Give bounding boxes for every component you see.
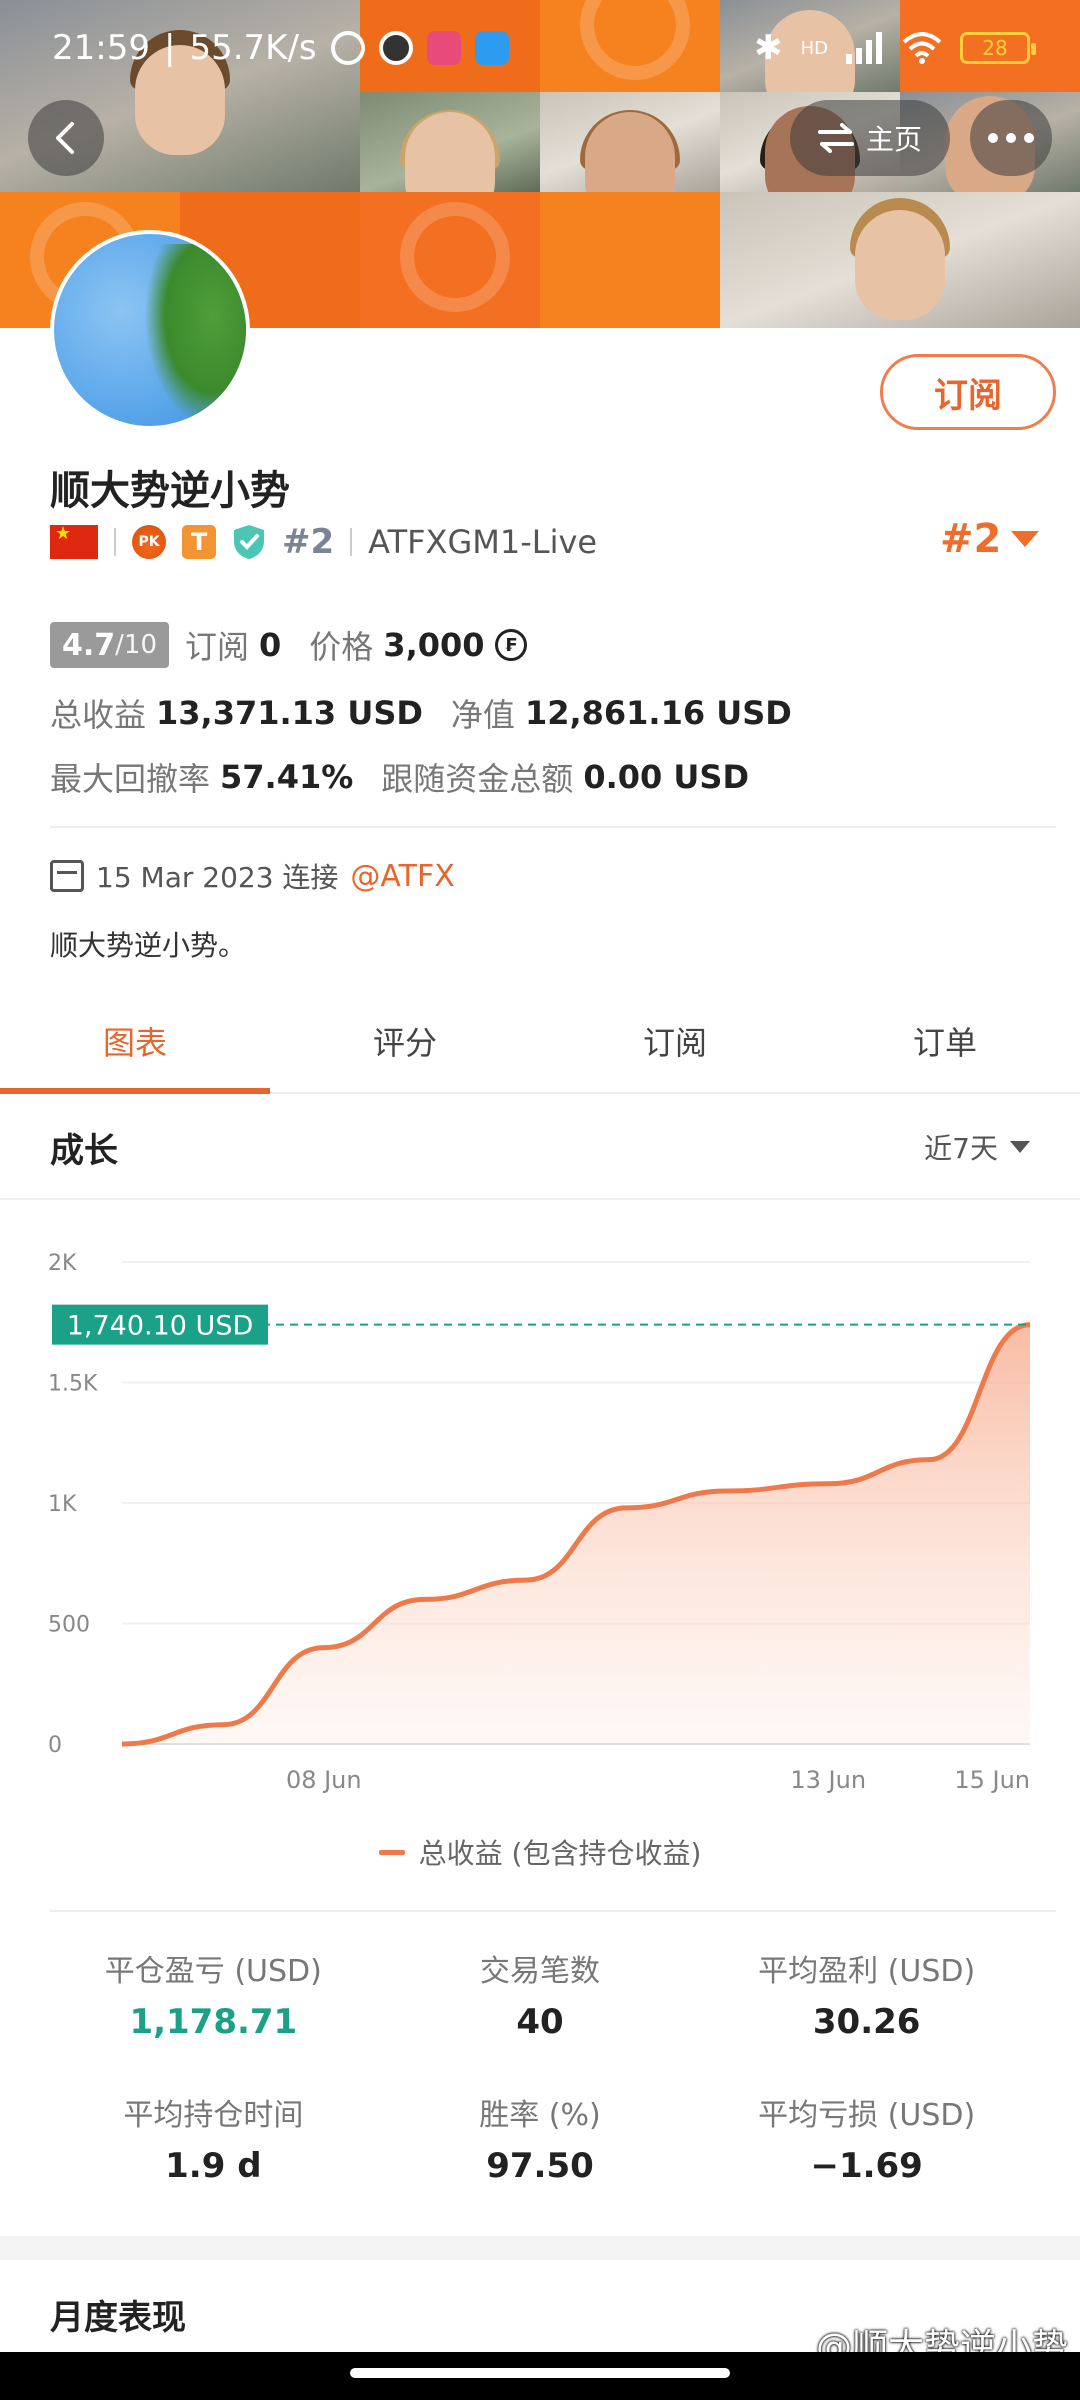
status-bar: 21:59 | 55.7K/s ✱ HD 28 xyxy=(0,0,1080,96)
metric-avg-loss: 平均亏损 (USD) −1.69 xyxy=(758,2098,976,2186)
banner-photo xyxy=(360,92,540,222)
tab-subscription[interactable]: 订阅 xyxy=(540,990,810,1092)
growth-chart-svg: 0 500 1K 1.5K 2K 08 Jun 13 Jun 15 Jun 1,740.10 U… xyxy=(48,1251,1031,1794)
equity-value: 12,861.16 USD xyxy=(524,694,792,732)
more-icon xyxy=(988,133,998,143)
metric-trade-count: 交易笔数 40 xyxy=(479,1954,600,2042)
y-tick-label: 500 xyxy=(48,1613,90,1638)
price-value: 3,000 xyxy=(383,626,485,664)
verified-shield-icon xyxy=(234,525,264,559)
avatar[interactable] xyxy=(50,230,250,430)
badge-row: PK T #2 ATFXGM1-Live xyxy=(50,522,597,562)
metrics-grid: 平仓盈亏 (USD) 1,178.71 交易笔数 40 平均盈利 (USD) 3… xyxy=(50,1946,1030,2186)
pk-badge-icon: PK xyxy=(132,525,166,559)
tab-orders[interactable]: 订单 xyxy=(810,990,1080,1092)
period-selector[interactable]: 近7天 xyxy=(924,1127,1030,1167)
banner-photo xyxy=(540,92,720,222)
banner-tile xyxy=(540,192,720,328)
banner-tile xyxy=(360,192,540,328)
tab-rating[interactable]: 评分 xyxy=(270,990,540,1092)
alarm-icon xyxy=(330,31,365,65)
rank-dropdown[interactable]: #2 xyxy=(940,516,1040,562)
y-tick-label: 1.5K xyxy=(48,1372,98,1397)
total-profit-label: 总收益 xyxy=(50,696,147,734)
home-indicator[interactable] xyxy=(350,2368,730,2378)
broker-link[interactable]: @ATFX xyxy=(350,859,454,894)
max-drawdown-value: 57.41% xyxy=(220,758,354,796)
divider xyxy=(50,826,1056,828)
tab-bar: 图表 评分 订阅 订单 xyxy=(0,990,1080,1094)
hd-label: HD xyxy=(800,37,828,59)
signal-icon xyxy=(846,32,882,64)
subscribe-count-label: 订阅 xyxy=(185,628,250,666)
y-tick-label: 0 xyxy=(48,1733,62,1758)
rating-badge: 4.7/10 xyxy=(50,622,169,668)
network-speed: 55.7K/s xyxy=(189,28,317,68)
metric-avg-hold-time: 平均持仓时间 1.9 d xyxy=(123,2098,304,2186)
series-area xyxy=(122,1324,1030,1744)
trader-name: 顺大势逆小势 xyxy=(50,468,290,514)
current-value-label: 1,740.10 USD xyxy=(67,1311,254,1342)
follow-funds-value: 0.00 USD xyxy=(583,758,749,796)
app-notification-icon xyxy=(474,31,509,65)
chart-legend[interactable]: 总收益 (包含持仓收益) xyxy=(0,1832,1080,1872)
price-label: 价格 xyxy=(309,628,374,666)
banner-photo xyxy=(720,192,1080,328)
x-tick-label: 13 Jun xyxy=(790,1766,866,1794)
app-notification-icon xyxy=(426,31,461,65)
growth-title: 成长 xyxy=(50,1130,118,1171)
metric-avg-profit: 平均盈利 (USD) 30.26 xyxy=(758,1954,976,2042)
joined-date: 15 Mar 2023 连接 xyxy=(96,861,339,894)
growth-header: 成长 近7天 xyxy=(0,1096,1080,1200)
y-tick-label: 1K xyxy=(48,1492,77,1517)
joined-info: 15 Mar 2023 连接 @ATFX xyxy=(50,856,455,896)
app-notification-icon xyxy=(378,31,413,65)
profit-row: 总收益 13,371.13 USD 净值 12,861.16 USD xyxy=(50,690,792,736)
legend-label: 总收益 (包含持仓收益) xyxy=(418,1837,702,1870)
growth-chart[interactable]: 0 500 1K 1.5K 2K 08 Jun 13 Jun 15 Jun 1,740.10 U… xyxy=(0,1220,1080,1860)
rank-label: #2 xyxy=(282,522,335,562)
battery-icon: 28 xyxy=(960,32,1036,64)
total-profit-value: 13,371.13 USD xyxy=(156,694,423,732)
subscribe-count: 0 xyxy=(259,626,282,664)
more-button[interactable] xyxy=(970,100,1052,176)
calendar-icon xyxy=(50,860,84,892)
home-button[interactable]: 主页 xyxy=(790,100,950,176)
subscribe-button[interactable]: 订阅 xyxy=(880,354,1056,430)
server-name: ATFXGM1-Live xyxy=(368,523,598,561)
caret-down-icon xyxy=(1010,1141,1030,1153)
max-drawdown-label: 最大回撤率 xyxy=(50,760,211,798)
chevron-left-icon xyxy=(56,122,74,154)
monthly-title: 月度表现 xyxy=(50,2298,186,2338)
metric-closed-pnl: 平仓盈亏 (USD) 1,178.71 xyxy=(104,1954,322,2042)
caret-down-icon xyxy=(1011,531,1040,547)
follow-funds-label: 跟随资金总额 xyxy=(381,760,574,798)
profile-description: 顺大势逆小势。 xyxy=(50,929,247,962)
china-flag-icon xyxy=(50,523,98,559)
home-label: 主页 xyxy=(865,123,922,156)
gesture-bar xyxy=(0,2352,1080,2400)
wifi-icon xyxy=(902,32,942,64)
x-tick-label: 15 Jun xyxy=(954,1766,1030,1794)
back-button[interactable] xyxy=(28,100,104,176)
bluetooth-icon: ✱ xyxy=(754,28,783,68)
tab-chart[interactable]: 图表 xyxy=(0,990,270,1094)
legend-line-icon xyxy=(378,1849,405,1855)
status-time: 21:59 xyxy=(52,28,150,68)
drawdown-row: 最大回撤率 57.41% 跟随资金总额 0.00 USD xyxy=(50,754,749,800)
equity-label: 净值 xyxy=(450,696,515,734)
x-tick-label: 08 Jun xyxy=(286,1766,362,1794)
period-label: 近7天 xyxy=(924,1132,998,1165)
divider xyxy=(50,1910,1056,1912)
coin-icon: ₣ xyxy=(494,629,527,661)
section-gap xyxy=(0,2236,1080,2260)
score-row: 4.7/10 订阅 0 价格 3,000 ₣ xyxy=(50,622,527,668)
y-tick-label: 2K xyxy=(48,1251,77,1276)
switch-icon xyxy=(817,123,854,153)
rank-value: #2 xyxy=(940,516,1002,562)
t-badge-icon: T xyxy=(182,525,216,559)
metric-win-rate: 胜率 (%) 97.50 xyxy=(479,2098,601,2186)
